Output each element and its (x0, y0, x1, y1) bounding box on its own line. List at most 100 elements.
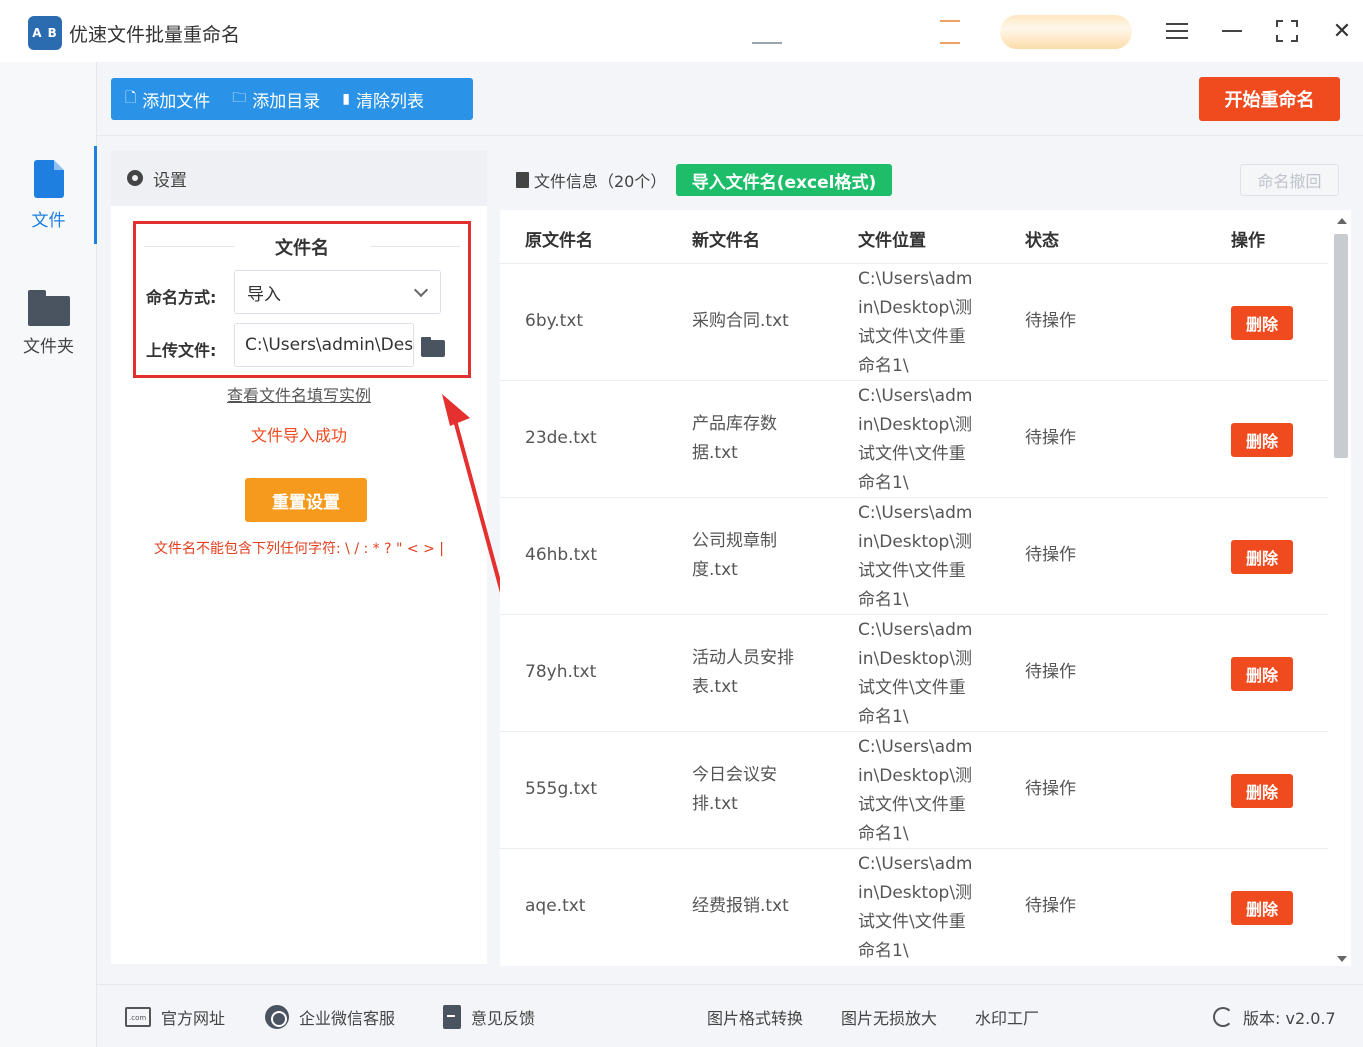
settings-title: 设置 (153, 170, 187, 191)
status-cell: 待操作 (1025, 545, 1076, 565)
delete-button[interactable]: 删除 (1231, 423, 1293, 457)
version-label: 版本: v2.0.7 (1243, 1009, 1336, 1028)
refresh-icon (1213, 1007, 1233, 1027)
file-info: 文件信息（20个） (516, 168, 666, 192)
status-cell: 待操作 (1025, 311, 1076, 331)
new-name-cell: 今日会议安排.txt (692, 765, 777, 814)
nav-item-file[interactable]: 文件 (0, 160, 97, 260)
feedback-link[interactable]: 意见反馈 (443, 1005, 535, 1029)
document-icon (516, 172, 529, 188)
feedback-icon (443, 1005, 461, 1029)
scroll-up-arrow-icon[interactable] (1337, 218, 1347, 224)
add-directory-button[interactable]: 🗀 添加目录 (218, 78, 328, 120)
section-title: 文件名 (136, 234, 468, 260)
original-name-cell: 6by.txt (525, 311, 584, 331)
location-cell: C:\Users\admin\Desktop\测试文件\文件重命名1\ (858, 269, 973, 376)
folder-outline-icon: 🗀 (232, 90, 247, 106)
browse-folder-icon[interactable] (421, 337, 445, 357)
scroll-thumb[interactable] (1334, 234, 1348, 458)
column-header-action: 操作 (1231, 231, 1265, 251)
new-name-cell: 公司规章制度.txt (692, 531, 777, 580)
upload-file-label: 上传文件: (146, 341, 217, 360)
official-website-label: 官方网址 (161, 1009, 226, 1028)
gear-icon (125, 168, 145, 188)
column-header-original[interactable]: 原文件名 (525, 226, 593, 251)
naming-mode-select[interactable]: 导入 (234, 270, 441, 314)
file-icon (33, 160, 64, 198)
status-cell: 待操作 (1025, 896, 1076, 916)
delete-button[interactable]: 删除 (1231, 540, 1293, 574)
table-row[interactable]: 46hb.txt 公司规章制度.txt C:\Users\admin\Deskt… (500, 497, 1328, 614)
toolbar: 🗋 添加文件 🗀 添加目录 ▮ 清除列表 开始重命名 (97, 62, 1363, 136)
table-row[interactable]: 78yh.txt 活动人员安排表.txt C:\Users\admin\Desk… (500, 614, 1328, 731)
nav-item-label: 文件 (31, 211, 66, 231)
app-title: 优速文件批量重命名 (69, 24, 241, 46)
delete-button[interactable]: 删除 (1231, 891, 1293, 925)
column-header-location[interactable]: 文件位置 (858, 226, 926, 251)
scroll-down-arrow-icon[interactable] (1337, 956, 1347, 962)
left-nav: 文件 文件夹 (0, 62, 97, 1047)
clear-list-label: 清除列表 (355, 91, 424, 112)
original-name-cell: 555g.txt (525, 779, 598, 799)
table-row[interactable]: 6by.txt 采购合同.txt C:\Users\admin\Desktop\… (500, 263, 1328, 380)
file-list-panel: 文件信息（20个） 导入文件名(excel格式) 命名撤回 原文件名 新文件名 … (500, 150, 1351, 966)
status-cell: 待操作 (1025, 428, 1076, 448)
vertical-scrollbar[interactable] (1332, 218, 1351, 966)
menu-icon[interactable] (1162, 16, 1192, 46)
new-name-cell: 活动人员安排表.txt (692, 648, 794, 697)
location-cell: C:\Users\admin\Desktop\测试文件\文件重命名1\ (858, 503, 973, 610)
delete-button[interactable]: 删除 (1231, 657, 1293, 691)
column-header-new[interactable]: 新文件名 (692, 226, 760, 251)
official-website-link[interactable]: 官方网址 (125, 1005, 225, 1029)
decorative-icon (752, 22, 788, 44)
naming-mode-value: 导入 (247, 284, 281, 305)
upload-file-input[interactable] (234, 323, 414, 367)
folder-icon (27, 290, 70, 326)
location-cell: C:\Users\admin\Desktop\测试文件\文件重命名1\ (858, 854, 973, 961)
chevron-down-icon (413, 282, 429, 298)
clear-list-button[interactable]: ▮ 清除列表 (328, 78, 432, 120)
file-list-header: 文件信息（20个） 导入文件名(excel格式) 命名撤回 (500, 150, 1351, 210)
table-row[interactable]: 23de.txt 产品库存数据.txt C:\Users\admin\Deskt… (500, 380, 1328, 497)
image-enlarge-link[interactable]: 图片无损放大 (841, 1005, 937, 1029)
location-cell: C:\Users\admin\Desktop\测试文件\文件重命名1\ (858, 386, 973, 493)
new-name-cell: 产品库存数据.txt (692, 414, 777, 463)
table-row[interactable]: aqe.txt 经费报销.txt C:\Users\admin\Desktop\… (500, 848, 1328, 965)
file-button-group: 🗋 添加文件 🗀 添加目录 ▮ 清除列表 (111, 78, 473, 120)
add-directory-label: 添加目录 (252, 91, 321, 112)
feedback-label: 意见反馈 (471, 1009, 536, 1028)
delete-button[interactable]: 删除 (1231, 306, 1293, 340)
status-cell: 待操作 (1025, 779, 1076, 799)
wechat-support-link[interactable]: 企业微信客服 (265, 1005, 395, 1029)
version-info[interactable]: 版本: v2.0.7 (1213, 1005, 1336, 1029)
original-name-cell: aqe.txt (525, 896, 586, 916)
naming-mode-label: 命名方式: (146, 288, 217, 307)
watermark-link[interactable]: 水印工厂 (975, 1005, 1039, 1029)
table-row[interactable]: 555g.txt 今日会议安排.txt C:\Users\admin\Deskt… (500, 731, 1328, 848)
status-cell: 待操作 (1025, 662, 1076, 682)
add-file-label: 添加文件 (142, 91, 211, 112)
footer-bar: 官方网址 企业微信客服 意见反馈 图片格式转换 图片无损放大 水印工厂 版本: … (97, 984, 1363, 1047)
import-filenames-button[interactable]: 导入文件名(excel格式) (676, 164, 892, 196)
website-icon (125, 1007, 151, 1027)
image-convert-link[interactable]: 图片格式转换 (707, 1005, 803, 1029)
maximize-icon[interactable] (1272, 16, 1302, 46)
start-rename-button[interactable]: 开始重命名 (1199, 77, 1340, 121)
column-header-status[interactable]: 状态 (1025, 226, 1059, 251)
original-name-cell: 78yh.txt (525, 662, 597, 682)
wechat-support-label: 企业微信客服 (299, 1009, 396, 1028)
add-file-button[interactable]: 🗋 添加文件 (111, 78, 218, 120)
nav-item-label: 文件夹 (23, 337, 74, 357)
file-table-body: 6by.txt 采购合同.txt C:\Users\admin\Desktop\… (500, 263, 1328, 966)
delete-button[interactable]: 删除 (1231, 774, 1293, 808)
promo-banner[interactable] (1000, 15, 1132, 49)
app-logo-icon: A B (28, 16, 62, 50)
nav-item-folder[interactable]: 文件夹 (0, 286, 97, 386)
decorative-icon (940, 18, 962, 46)
close-icon[interactable]: ✕ (1327, 16, 1357, 46)
minimize-icon[interactable] (1217, 16, 1247, 46)
filename-settings-highlight: 文件名 命名方式: 导入 上传文件: (133, 221, 471, 378)
wechat-icon (265, 1005, 289, 1029)
undo-rename-button[interactable]: 命名撤回 (1240, 164, 1339, 196)
reset-settings-button[interactable]: 重置设置 (245, 478, 367, 522)
